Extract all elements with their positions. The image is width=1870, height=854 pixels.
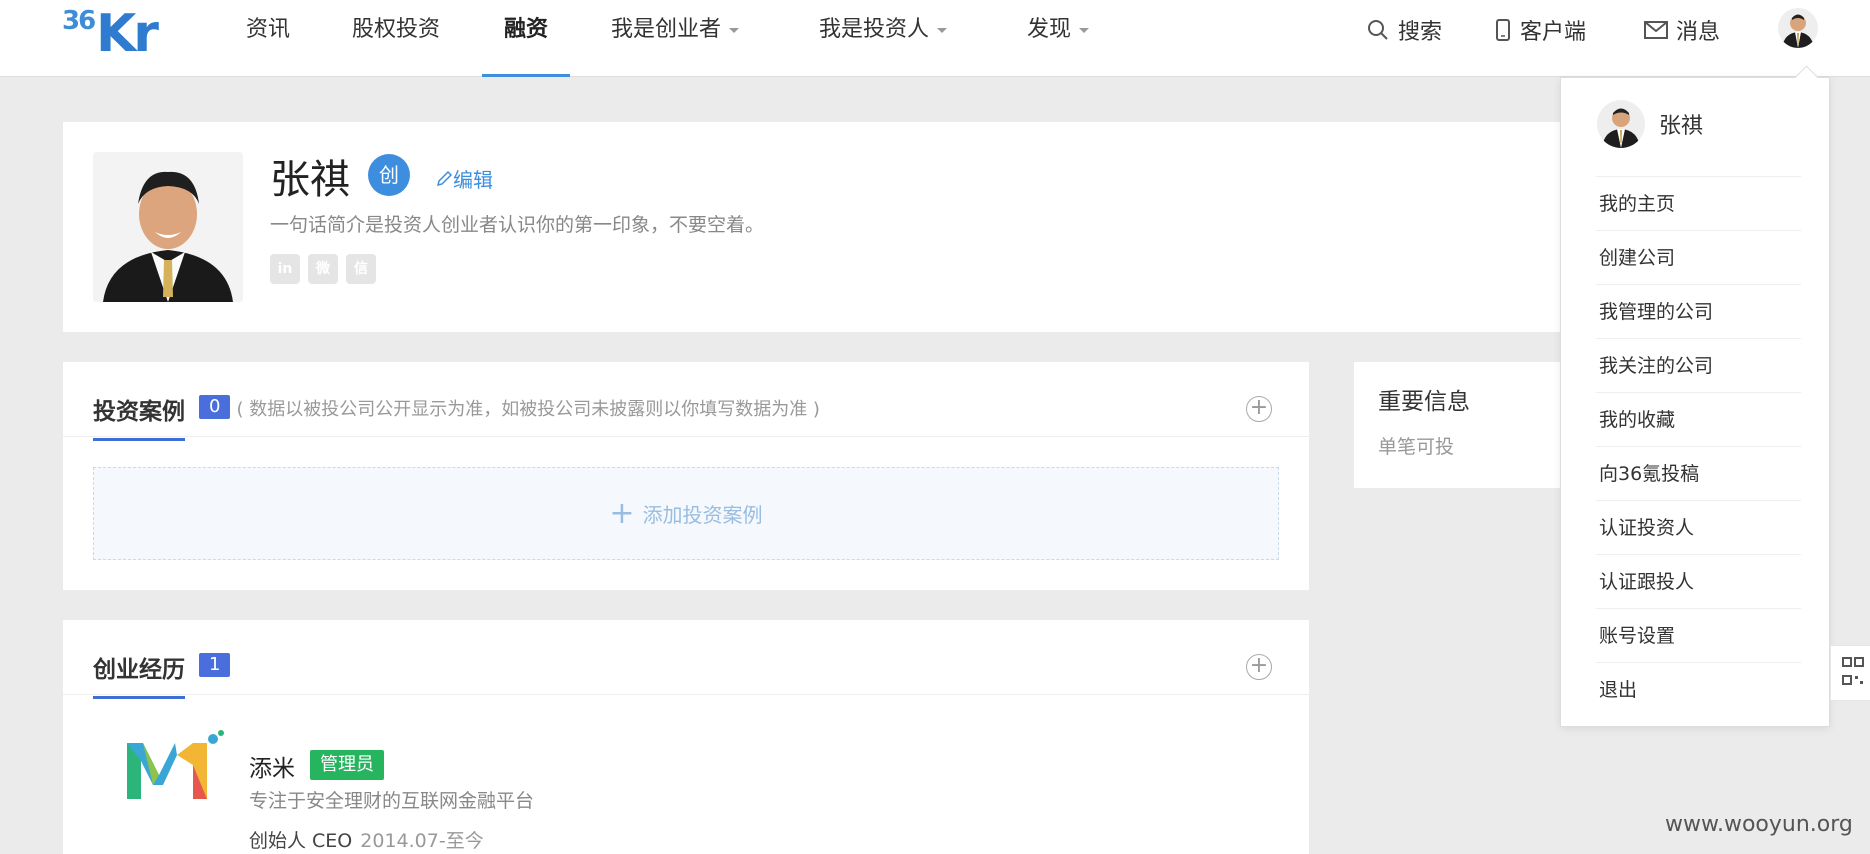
profile-bio: 一句话简介是投资人创业者认识你的第一印象，不要空着。 — [270, 214, 765, 236]
admin-tag: 管理员 — [310, 750, 384, 780]
investment-cases-card: 投资案例 0 ( 数据以被投公司公开显示为准，如被投公司未披露则以你填写数据为准… — [63, 362, 1309, 590]
section-note: ( 数据以被投公司公开显示为准，如被投公司未披露则以你填写数据为准 ) — [236, 399, 820, 420]
caret-down-icon — [729, 27, 740, 33]
company-logo[interactable] — [123, 725, 227, 805]
logo-text: Kr — [96, 4, 159, 64]
pencil-icon — [436, 170, 453, 186]
search-label: 搜索 — [1398, 20, 1443, 45]
section-header: 创业经历 1 — [93, 650, 231, 700]
qr-code-icon[interactable] — [1830, 645, 1870, 701]
nav-item-financing[interactable]: 融资 — [481, 0, 571, 77]
nav-item-equity[interactable]: 股权投资 — [352, 0, 440, 77]
nav-label: 我是投资人 — [819, 17, 930, 42]
top-navbar: 36 Kr 资讯 股权投资 融资 我是创业者 我是投资人 发现 搜索 客户端 消… — [0, 0, 1870, 77]
add-investment-button[interactable]: + 添加投资案例 — [93, 467, 1279, 560]
weibo-icon[interactable]: 微 — [308, 254, 338, 284]
menu-item-logout[interactable]: 退出 — [1596, 662, 1801, 716]
company-name[interactable]: 添米 — [249, 749, 295, 783]
caret-down-icon — [937, 27, 948, 33]
profile-card: 张祺 创 编辑 一句话简介是投资人创业者认识你的第一印象，不要空着。 in 微 … — [63, 122, 1563, 332]
mail-icon — [1644, 21, 1668, 39]
divider — [63, 694, 1309, 695]
section-header: 投资案例 0 ( 数据以被投公司公开显示为准，如被投公司未披露则以你填写数据为准… — [93, 392, 820, 442]
nav-label: 融资 — [504, 17, 549, 42]
menu-item-submit-article[interactable]: 向36氪投稿 — [1596, 446, 1801, 500]
important-info-card: 重要信息 单笔可投 — [1354, 362, 1564, 488]
nav-label: 我是创业者 — [611, 17, 722, 42]
role: 创始人 CEO — [249, 830, 353, 852]
nav-label: 股权投资 — [352, 17, 441, 42]
info-value: 单笔可投 — [1378, 436, 1455, 458]
logo-number: 36 — [62, 6, 96, 36]
menu-item-followed-companies[interactable]: 我关注的公司 — [1596, 338, 1801, 392]
profile-avatar — [93, 152, 243, 302]
phone-icon — [1496, 19, 1510, 41]
message-label: 消息 — [1676, 20, 1721, 45]
count-badge: 0 — [199, 395, 231, 419]
watermark: www.wooyun.org — [1665, 812, 1853, 837]
section-title: 投资案例 — [93, 392, 185, 441]
company-description: 专注于安全理财的互联网金融平台 — [249, 790, 535, 812]
client-label: 客户端 — [1520, 20, 1587, 45]
36kr-logo[interactable]: 36 Kr — [62, 4, 159, 66]
founder-badge: 创 — [368, 154, 410, 196]
menu-item-verify-investor[interactable]: 认证投资人 — [1596, 500, 1801, 554]
menu-item-create-company[interactable]: 创建公司 — [1596, 230, 1801, 284]
dropdown-username: 张祺 — [1659, 114, 1704, 139]
dropdown-avatar — [1597, 100, 1645, 148]
profile-name: 张祺 — [270, 157, 350, 203]
wechat-icon[interactable]: 信 — [346, 254, 376, 284]
menu-item-account-settings[interactable]: 账号设置 — [1596, 608, 1801, 662]
count-badge: 1 — [199, 653, 231, 677]
edit-label: 编辑 — [453, 168, 493, 192]
search-icon — [1368, 20, 1388, 40]
nav-label: 资讯 — [246, 17, 291, 42]
section-title: 创业经历 — [93, 650, 185, 699]
caret-down-icon — [1079, 27, 1090, 33]
nav-label: 发现 — [1027, 17, 1072, 42]
add-circle-icon[interactable]: + — [1246, 654, 1272, 680]
role-line: 创始人 CEO 2014.07-至今 — [249, 826, 484, 853]
linkedin-icon[interactable]: in — [270, 254, 300, 284]
messages-button[interactable]: 消息 — [1644, 14, 1720, 46]
divider — [63, 436, 1309, 437]
menu-item-verify-co-investor[interactable]: 认证跟投人 — [1596, 554, 1801, 608]
user-avatar[interactable] — [1778, 8, 1818, 48]
experience-card: 创业经历 1 + 添米 管理员 专注于安全理财的互联网金融平台 创始人 CEO 2… — [63, 620, 1309, 854]
dropdown-user[interactable]: 张祺 — [1597, 100, 1703, 148]
add-circle-icon[interactable]: + — [1246, 396, 1272, 422]
period: 2014.07-至今 — [360, 830, 484, 852]
info-title: 重要信息 — [1378, 389, 1470, 415]
menu-item-favorites[interactable]: 我的收藏 — [1596, 392, 1801, 446]
social-links: in 微 信 — [270, 254, 376, 284]
search-button[interactable]: 搜索 — [1366, 14, 1442, 46]
nav-item-investor[interactable]: 我是投资人 — [819, 0, 948, 77]
plus-icon: + — [609, 495, 635, 531]
menu-item-managed-companies[interactable]: 我管理的公司 — [1596, 284, 1801, 338]
edit-profile-link[interactable]: 编辑 — [435, 164, 493, 193]
nav-item-discover[interactable]: 发现 — [1027, 0, 1090, 77]
nav-item-entrepreneur[interactable]: 我是创业者 — [611, 0, 740, 77]
menu-item-my-homepage[interactable]: 我的主页 — [1596, 176, 1801, 230]
client-app-button[interactable]: 客户端 — [1494, 14, 1586, 46]
dropdown-list: 我的主页 创建公司 我管理的公司 我关注的公司 我的收藏 向36氪投稿 认证投资… — [1596, 176, 1801, 716]
user-dropdown-menu: 张祺 我的主页 创建公司 我管理的公司 我关注的公司 我的收藏 向36氪投稿 认… — [1560, 77, 1830, 727]
nav-item-news[interactable]: 资讯 — [246, 0, 290, 77]
add-label: 添加投资案例 — [642, 503, 763, 527]
